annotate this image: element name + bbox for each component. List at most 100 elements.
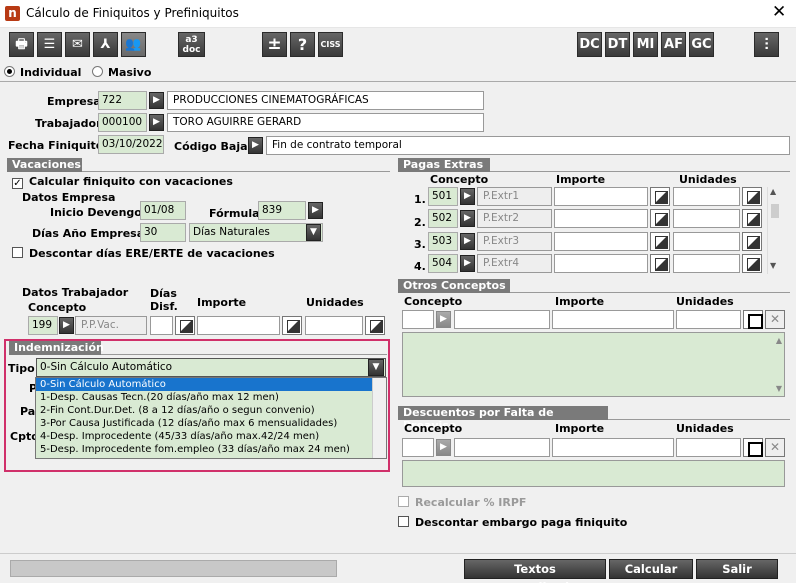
vac-importe-input[interactable] — [197, 316, 280, 335]
checkbox-icon[interactable] — [12, 247, 23, 258]
play-icon[interactable]: ▶ — [460, 255, 475, 272]
oc-code-input[interactable] — [402, 310, 434, 329]
radio-masivo[interactable] — [92, 66, 103, 77]
plus-minus-icon[interactable]: ± — [262, 32, 287, 57]
play-icon[interactable]: ▶ — [436, 439, 451, 456]
empresa-code[interactable]: 722 — [98, 91, 147, 110]
tipo-dropdown-list[interactable]: 0-Sin Cálculo Automático 1-Desp. Causas … — [35, 377, 387, 459]
delete-icon[interactable] — [765, 438, 785, 457]
pe-importe-input[interactable] — [554, 232, 648, 251]
trabajador-code[interactable]: 000100 — [98, 113, 147, 132]
dias-ano-input[interactable]: 30 — [140, 223, 186, 242]
edit-icon[interactable] — [650, 232, 670, 251]
mode-individual[interactable]: Individual — [4, 66, 81, 79]
dias-disf-input[interactable] — [150, 316, 173, 335]
delete-icon[interactable] — [765, 310, 785, 329]
help-icon[interactable]: ? — [290, 32, 315, 57]
play-icon[interactable]: ▶ — [248, 137, 263, 154]
play-icon[interactable]: ▶ — [460, 188, 475, 205]
gc-button[interactable]: GC — [689, 32, 714, 57]
dp-unidades-input[interactable] — [676, 438, 741, 457]
inicio-devengo-input[interactable]: 01/08 — [140, 201, 186, 220]
descontar-ere-checkbox[interactable]: Descontar días ERE/ERTE de vacaciones — [12, 247, 275, 260]
pe-unidades-input[interactable] — [673, 209, 740, 228]
textos-personalizados-button[interactable]: Textos personalizados — [464, 559, 606, 583]
print-icon[interactable]: 🖶 — [9, 32, 34, 57]
dias-tipo-select[interactable]: Días Naturales — [189, 223, 323, 242]
edit-icon[interactable] — [742, 254, 762, 273]
pe-code[interactable]: 503 — [428, 232, 458, 251]
salir-button[interactable]: Salir — [696, 559, 778, 579]
checkbox-icon[interactable] — [398, 516, 409, 527]
list-item[interactable]: 4-Desp. Improcedente (45/33 días/año max… — [36, 430, 386, 443]
calcular-button[interactable]: Calcular — [609, 559, 693, 579]
pe-code[interactable]: 504 — [428, 254, 458, 273]
edit-icon[interactable] — [650, 254, 670, 273]
edit-icon[interactable] — [650, 209, 670, 228]
list-item[interactable]: 0-Sin Cálculo Automático — [36, 378, 386, 391]
dp-code-input[interactable] — [402, 438, 434, 457]
fecha-finiquito-input[interactable]: 03/10/2022 — [98, 135, 164, 154]
pdf-icon[interactable]: ⅄ — [93, 32, 118, 57]
pe-unidades-input[interactable] — [673, 254, 740, 273]
edit-icon[interactable] — [742, 209, 762, 228]
mode-masivo[interactable]: Masivo — [92, 66, 151, 79]
pe-code[interactable]: 501 — [428, 187, 458, 206]
pe-unidades-input[interactable] — [673, 232, 740, 251]
checkbox-icon[interactable]: ✓ — [12, 178, 23, 189]
formula-input[interactable]: 839 — [258, 201, 306, 220]
descontar-embargo-checkbox[interactable]: Descontar embargo paga finiquito — [398, 516, 627, 529]
edit-icon[interactable] — [282, 316, 302, 335]
chevron-down-icon[interactable]: ▼ — [368, 359, 384, 376]
list-item[interactable]: 3-Por Causa Justificada (12 días/año max… — [36, 417, 386, 430]
email-icon[interactable]: ✉ — [65, 32, 90, 57]
oc-importe-input[interactable] — [552, 310, 674, 329]
recalcular-irpf-checkbox[interactable]: Recalcular % IRPF — [398, 496, 526, 509]
list-item[interactable]: 5-Desp. Improcedente fom.empleo (33 días… — [36, 443, 386, 456]
dt-button[interactable]: DT — [605, 32, 630, 57]
document-list-icon[interactable]: ☰ — [37, 32, 62, 57]
scrollbar[interactable]: ▲ ▼ — [767, 187, 781, 274]
list-item[interactable]: 1-Desp. Causas Tecn.(20 días/año max 12 … — [36, 391, 386, 404]
edit-icon[interactable] — [175, 316, 195, 335]
edit-icon[interactable] — [742, 187, 762, 206]
users-icon[interactable]: 👥 — [121, 32, 146, 57]
close-icon[interactable]: ✕ — [772, 2, 786, 22]
oc-unidades-input[interactable] — [676, 310, 741, 329]
af-button[interactable]: AF — [661, 32, 686, 57]
play-icon[interactable]: ▶ — [460, 233, 475, 250]
checkbox-icon[interactable] — [398, 496, 409, 507]
a3doc-button[interactable]: a3 doc — [178, 32, 205, 57]
settings-sliders-icon[interactable]: ⫶ — [754, 32, 779, 57]
pe-importe-input[interactable] — [554, 254, 648, 273]
pe-importe-input[interactable] — [554, 209, 648, 228]
play-icon[interactable]: ▶ — [149, 114, 164, 131]
edit-icon[interactable] — [742, 232, 762, 251]
otros-conceptos-list[interactable]: ▲ ▼ — [402, 332, 785, 397]
chevron-up-icon[interactable]: ▲ — [770, 187, 776, 196]
play-icon[interactable]: ▶ — [59, 317, 74, 334]
edit-icon[interactable] — [650, 187, 670, 206]
descuentos-list[interactable] — [402, 460, 785, 487]
calcular-vacaciones-checkbox[interactable]: ✓ Calcular finiquito con vacaciones — [12, 175, 233, 189]
dp-importe-input[interactable] — [552, 438, 674, 457]
scrollbar[interactable] — [372, 378, 386, 458]
chevron-down-icon[interactable]: ▼ — [306, 224, 321, 241]
pe-unidades-input[interactable] — [673, 187, 740, 206]
play-icon[interactable]: ▶ — [436, 311, 451, 328]
play-icon[interactable]: ▶ — [460, 210, 475, 227]
stop-icon[interactable] — [743, 310, 763, 329]
radio-individual[interactable] — [4, 66, 15, 77]
tipo-select[interactable]: 0-Sin Cálculo Automático — [36, 358, 386, 377]
pe-code[interactable]: 502 — [428, 209, 458, 228]
chevron-up-icon[interactable]: ▲ — [776, 336, 782, 345]
chevron-down-icon[interactable]: ▼ — [770, 261, 776, 270]
dc-button[interactable]: DC — [577, 32, 602, 57]
vac-unidades-input[interactable] — [305, 316, 363, 335]
scrollbar-thumb[interactable] — [771, 204, 779, 218]
vac-concepto-code[interactable]: 199 — [28, 316, 58, 335]
stop-icon[interactable] — [743, 438, 763, 457]
pe-importe-input[interactable] — [554, 187, 648, 206]
chevron-down-icon[interactable]: ▼ — [776, 384, 782, 393]
play-icon[interactable]: ▶ — [308, 202, 323, 219]
